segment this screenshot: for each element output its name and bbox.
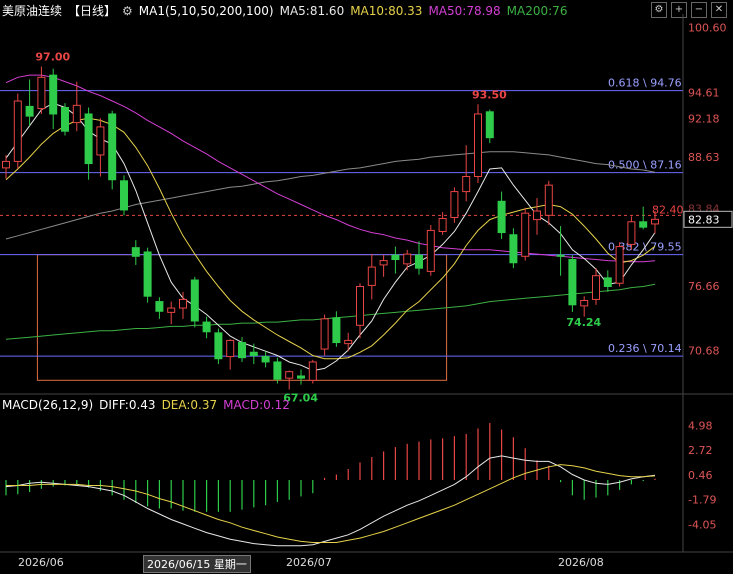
macd-y-tick-label: 4.98 [688, 419, 713, 432]
candle-body [474, 113, 482, 178]
candle-body [261, 356, 270, 363]
candle-body [249, 351, 258, 356]
candle-body [190, 279, 199, 322]
crosshair-date: 2026/06/15 星期一 [143, 555, 251, 573]
candle-body [72, 104, 81, 124]
macd-dea: DEA:0.37 [161, 398, 218, 412]
x-tick-label: 2026/07 [286, 556, 332, 569]
macd-y-tick-label: -4.05 [688, 518, 716, 531]
fib-label: 0.236 \ 70.14 [608, 342, 682, 355]
candle-body [238, 342, 246, 359]
candle-body [403, 253, 412, 265]
candle-body [344, 339, 353, 345]
candle-body [592, 275, 600, 300]
macd-dea-line [6, 464, 656, 543]
candle-body [214, 332, 223, 360]
candle-body [651, 218, 659, 225]
candle-body [426, 229, 435, 272]
candle-body [497, 200, 506, 234]
fib-label: 0.500 \ 87.16 [608, 159, 682, 172]
candle-body [84, 113, 93, 165]
macd-y-tick-label: 2.72 [688, 444, 713, 457]
macd-y-tick-label: 0.46 [688, 469, 713, 482]
candle-body [367, 266, 376, 286]
macd-value: MACD:0.12 [223, 398, 290, 412]
candle-body [627, 221, 636, 245]
ma50-line [5, 74, 656, 263]
candle-body [332, 317, 341, 344]
candle-body [391, 254, 400, 261]
ma100-line [5, 283, 656, 340]
candle-body [521, 212, 530, 257]
extreme-label: 97.00 [35, 51, 70, 64]
candle-body [580, 300, 589, 307]
extreme-label: 74.24 [566, 316, 601, 329]
candle-body [356, 285, 364, 326]
candle-body [438, 218, 447, 232]
candle-body [143, 251, 152, 297]
candle-body [556, 254, 565, 257]
candle-body [131, 247, 140, 257]
candle-body [462, 176, 471, 193]
x-tick-label: 2026/06 [18, 556, 64, 569]
macd-diff-line [5, 455, 656, 547]
candle-body [25, 105, 34, 117]
y-tick-label: 100.60 [688, 22, 727, 35]
candle-body [179, 298, 187, 309]
candle-body [450, 191, 459, 218]
candle-body [37, 76, 46, 110]
candle-body [273, 361, 282, 380]
macd-diff: DIFF:0.43 [99, 398, 156, 412]
fib-label: 0.618 \ 94.76 [608, 77, 682, 90]
candle-body [49, 74, 58, 115]
candle-body [639, 221, 648, 228]
candle-body [13, 100, 22, 162]
candle-body [108, 113, 117, 181]
candle-body [226, 339, 235, 358]
candle-body [2, 160, 10, 169]
macd-header: MACD(26,12,9) DIFF:0.43 DEA:0.37 MACD:0.… [2, 398, 290, 412]
y-tick-label: 92.18 [688, 112, 720, 125]
candle-body [320, 318, 329, 350]
candle-body [603, 277, 612, 287]
candle-body [61, 106, 69, 132]
candle-body [202, 321, 211, 333]
macd-params: MACD(26,12,9) [2, 398, 94, 412]
candle-body [155, 301, 164, 312]
candle-body [509, 234, 518, 264]
y-tick-label: 70.68 [688, 344, 720, 357]
candle-body [96, 126, 105, 156]
candle-body [544, 184, 553, 216]
price-dashed-label: 82.40 [652, 203, 684, 216]
y-tick-label: 76.66 [688, 280, 720, 293]
candle-body [415, 254, 423, 269]
ma200-line [5, 151, 656, 240]
macd-y-tick-label: -1.79 [688, 494, 716, 507]
candle-body [167, 307, 176, 313]
y-tick-label: 88.63 [688, 151, 720, 164]
candle-body [120, 180, 128, 211]
candle-body [285, 371, 294, 379]
extreme-label: 93.50 [472, 88, 507, 101]
candle-body [308, 361, 317, 381]
candle-body [568, 259, 577, 306]
y-tick-label: 94.61 [688, 86, 720, 99]
candle-body [297, 375, 305, 379]
x-tick-label: 2026/08 [558, 556, 604, 569]
last-price-label: 82.83 [688, 213, 720, 226]
candle-body [615, 246, 624, 284]
candle-body [533, 210, 541, 221]
candle-body [379, 260, 388, 266]
candlestick-chart[interactable]: 0.618 \ 94.760.500 \ 87.160.382 \ 79.550… [0, 0, 733, 574]
candle-body [485, 111, 494, 139]
